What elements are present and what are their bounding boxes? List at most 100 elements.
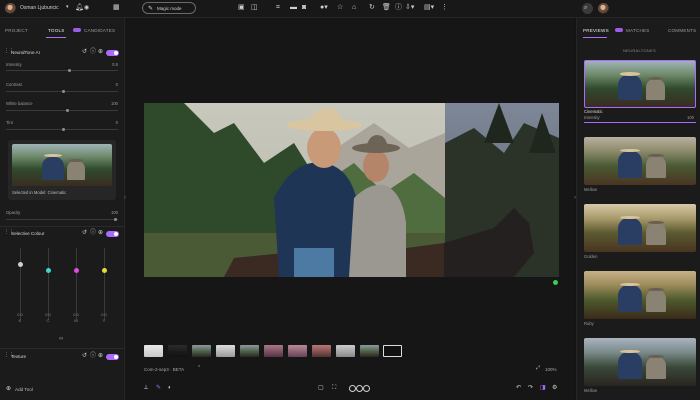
channel-c-slider[interactable] bbox=[46, 248, 51, 320]
star-icon[interactable]: ☆ bbox=[337, 4, 343, 11]
tint-value[interactable]: 0 bbox=[116, 120, 118, 125]
slider-knob[interactable] bbox=[46, 268, 51, 273]
eraser-tool-icon[interactable]: ◐ bbox=[168, 385, 172, 391]
opacity-slider[interactable] bbox=[6, 218, 118, 221]
export-icon[interactable]: ⇩▾ bbox=[405, 4, 414, 11]
preview-card[interactable] bbox=[584, 271, 696, 319]
filmstrip-thumb[interactable] bbox=[288, 345, 307, 357]
tab-matches[interactable]: MATCHES bbox=[626, 28, 650, 33]
filmstrip-thumb[interactable] bbox=[312, 345, 331, 357]
white-balance-slider[interactable] bbox=[6, 109, 118, 112]
expand-icon[interactable]: ⊕ bbox=[98, 353, 103, 359]
filename-label[interactable]: Com-2-sep3 · BETA bbox=[144, 367, 184, 372]
tab-candidates[interactable]: CANDIDATES bbox=[84, 28, 115, 33]
channel-k-value[interactable]: 0.0 bbox=[14, 312, 26, 317]
discord-icon[interactable]: ◉ bbox=[84, 5, 89, 11]
grid-icon[interactable]: ▦ bbox=[113, 4, 120, 11]
image-icon[interactable]: ▣ bbox=[238, 4, 245, 11]
preview-card[interactable] bbox=[584, 137, 696, 185]
tab-comments[interactable]: COMMENTS bbox=[668, 28, 696, 33]
main-image[interactable] bbox=[144, 103, 559, 277]
contrast-slider[interactable] bbox=[6, 90, 118, 93]
reference-card[interactable]: Selected in Model: Cinematic bbox=[8, 140, 116, 200]
neuraltone-header[interactable]: ⋮⋮ NeuralTone AI ↺ ⓘ ⊕ bbox=[4, 48, 120, 57]
more-icon[interactable]: ⋮ bbox=[441, 4, 448, 11]
filmstrip-thumb[interactable] bbox=[264, 345, 283, 357]
bell-icon[interactable]: 🔔︎ bbox=[75, 4, 84, 11]
reset-icon[interactable]: ↺ bbox=[82, 230, 87, 236]
tab-project[interactable]: PROJECT bbox=[5, 28, 28, 33]
view-mode-3-button[interactable] bbox=[363, 385, 370, 392]
slider-knob[interactable] bbox=[62, 128, 65, 131]
preview-card[interactable] bbox=[584, 204, 696, 252]
slider-knob[interactable] bbox=[62, 90, 65, 93]
collapse-left-icon[interactable]: ‹ bbox=[124, 195, 126, 201]
channel-c-value[interactable]: 0.0 bbox=[42, 312, 54, 317]
tag-icon[interactable]: ⌂ bbox=[352, 4, 356, 11]
info-icon[interactable]: ⓘ bbox=[90, 49, 96, 55]
view-mode-1-button[interactable] bbox=[349, 385, 356, 392]
redo-icon[interactable]: ↷ bbox=[528, 385, 533, 391]
link-icon[interactable]: ∞ bbox=[59, 336, 63, 342]
undo-icon[interactable]: ↶ bbox=[516, 385, 521, 391]
crop-tool-icon[interactable]: ⟂ bbox=[144, 385, 148, 391]
intensity-slider[interactable] bbox=[6, 69, 118, 72]
channel-y-slider[interactable] bbox=[102, 248, 107, 320]
filmstrip-thumb[interactable] bbox=[240, 345, 259, 357]
compare-icon[interactable]: ◫ bbox=[251, 4, 258, 11]
selective-colour-header[interactable]: ⋮⋮ Selective Colour ↺ ⓘ ⊕ bbox=[4, 229, 120, 238]
search-button[interactable]: ⌕ bbox=[582, 3, 593, 14]
contrast-value[interactable]: 0 bbox=[116, 82, 118, 87]
slider-knob[interactable] bbox=[18, 262, 23, 267]
folder-icon[interactable]: ▬ bbox=[290, 4, 297, 11]
neuraltone-toggle[interactable] bbox=[106, 50, 119, 56]
texture-toggle[interactable] bbox=[106, 354, 119, 360]
fullscreen-icon[interactable]: ⛶ bbox=[332, 385, 336, 391]
share-icon[interactable]: ▤▾ bbox=[424, 4, 434, 11]
slider-knob[interactable] bbox=[66, 109, 69, 112]
slider-knob[interactable] bbox=[74, 268, 79, 273]
crop-icon[interactable]: ⌗ bbox=[276, 4, 280, 11]
slider-knob[interactable] bbox=[68, 69, 71, 72]
channel-k-slider[interactable] bbox=[18, 248, 23, 320]
tab-previews[interactable]: PREVIEWS bbox=[583, 28, 609, 33]
collaborator-avatar[interactable] bbox=[598, 3, 609, 14]
slider-knob[interactable] bbox=[114, 218, 117, 221]
brush-tool-icon[interactable]: ✎ bbox=[156, 385, 161, 391]
add-tool-button[interactable]: ⊕ Add Tool bbox=[6, 385, 66, 394]
info-icon[interactable]: ⓘ bbox=[90, 230, 96, 236]
opacity-value[interactable]: 100 bbox=[111, 210, 118, 215]
filmstrip-thumb[interactable] bbox=[216, 345, 235, 357]
preview-intensity-slider[interactable] bbox=[584, 122, 696, 123]
slider-knob[interactable] bbox=[102, 268, 107, 273]
view-mode-2-button[interactable] bbox=[356, 385, 363, 392]
preview-card-selected[interactable] bbox=[584, 60, 696, 108]
settings-icon[interactable]: ⚙ bbox=[552, 385, 557, 391]
tab-tools[interactable]: TOOLS bbox=[48, 28, 65, 33]
rotate-icon[interactable]: ↻ bbox=[369, 4, 375, 11]
status-dot-icon[interactable]: ●▾ bbox=[320, 4, 328, 11]
channel-y-value[interactable]: 0.0 bbox=[98, 312, 110, 317]
selective-colour-toggle[interactable] bbox=[106, 231, 119, 237]
zoom-icon[interactable]: ⤢ bbox=[536, 366, 540, 371]
filmstrip-thumb-selected[interactable] bbox=[383, 345, 402, 357]
filmstrip-thumb[interactable] bbox=[360, 345, 379, 357]
filmstrip-thumb[interactable] bbox=[336, 345, 355, 357]
tint-slider[interactable] bbox=[6, 128, 118, 131]
camera-icon[interactable]: ◙ bbox=[302, 4, 306, 11]
channel-m-value[interactable]: 0.0 bbox=[70, 312, 82, 317]
chevron-down-icon[interactable]: ▾ bbox=[66, 5, 69, 10]
expand-icon[interactable]: ⊕ bbox=[98, 230, 103, 236]
fit-screen-icon[interactable]: ▢ bbox=[318, 385, 324, 391]
reset-icon[interactable]: ↺ bbox=[82, 49, 87, 55]
filmstrip-thumb[interactable] bbox=[144, 345, 163, 357]
preview-intensity-value[interactable]: 100 bbox=[687, 115, 694, 120]
white-balance-value[interactable]: 100 bbox=[111, 101, 118, 106]
trash-icon[interactable]: 🗑︎ bbox=[382, 4, 391, 11]
user-avatar[interactable] bbox=[5, 3, 16, 14]
preview-card[interactable] bbox=[584, 338, 696, 386]
info-icon[interactable]: ⓘ bbox=[90, 353, 96, 359]
expand-icon[interactable]: ⊕ bbox=[98, 49, 103, 55]
magic-mode-button[interactable]: ✎ Magic mode bbox=[142, 2, 196, 14]
intensity-value[interactable]: 0.5 bbox=[112, 62, 118, 67]
